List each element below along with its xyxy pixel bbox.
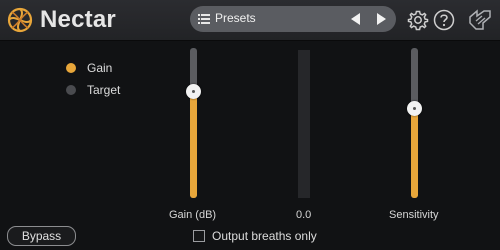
triangle-right-icon[interactable] (374, 12, 388, 26)
sensitivity-slider-fill (411, 108, 418, 198)
sensitivity-label: Sensitivity (389, 209, 439, 221)
radio-unselected-indicator[interactable] (66, 85, 76, 95)
gain-label: Gain (dB) (169, 209, 217, 221)
izotope-logo-icon[interactable] (468, 9, 492, 31)
sensitivity-slider-thumb[interactable] (407, 101, 422, 116)
output-breaths-label[interactable]: Output breaths only (212, 229, 317, 243)
gain-slider-thumb[interactable] (186, 84, 201, 99)
meter-value: 0.0 (296, 209, 312, 221)
triangle-left-icon[interactable] (349, 12, 363, 26)
help-icon[interactable] (433, 9, 455, 31)
nectar-logo-icon (7, 7, 33, 33)
gear-icon[interactable] (407, 9, 429, 31)
mode-option-label[interactable]: Gain (87, 61, 112, 75)
radio-selected-indicator[interactable] (66, 63, 76, 73)
bypass-button[interactable]: Bypass (7, 226, 76, 246)
list-menu-icon[interactable] (198, 13, 210, 25)
output-breaths-checkbox[interactable] (193, 230, 205, 242)
preset-selector[interactable]: Presets (190, 6, 396, 32)
gain-slider-fill (190, 91, 197, 198)
app-title: Nectar (40, 6, 116, 33)
mode-option-label[interactable]: Target (87, 83, 120, 97)
gain-slider[interactable] (174, 48, 214, 200)
sensitivity-slider[interactable] (395, 48, 435, 200)
level-meter (298, 50, 310, 198)
preset-label[interactable]: Presets (215, 11, 256, 25)
header-bar: Nectar Presets (0, 0, 500, 41)
